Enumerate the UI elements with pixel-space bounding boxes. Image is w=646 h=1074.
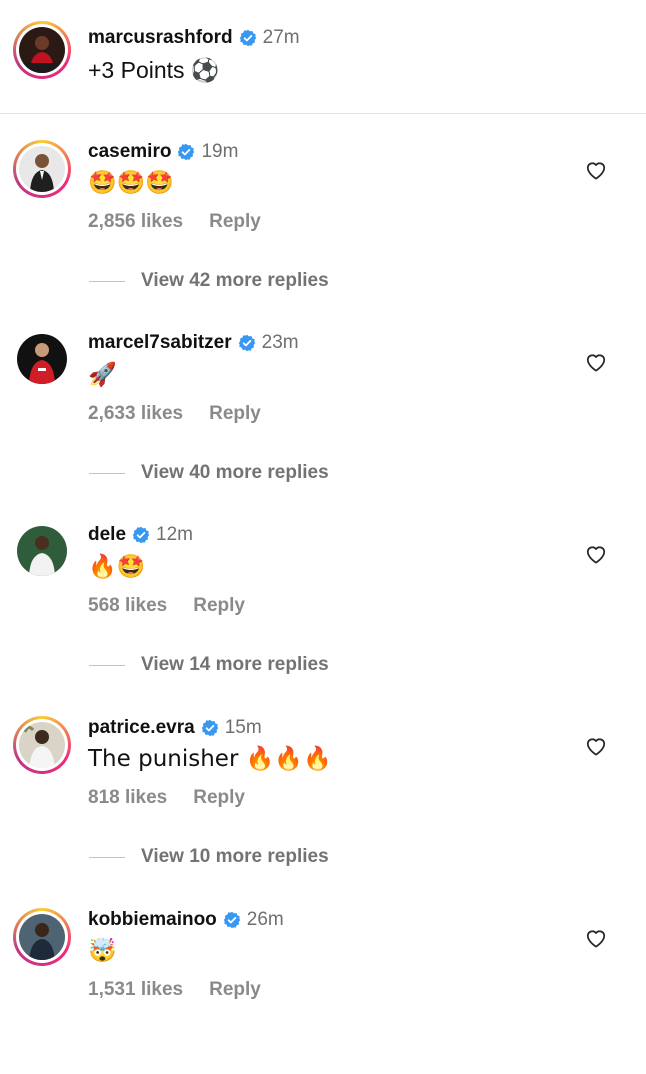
avatar-photo (17, 526, 67, 576)
comment-text: The punisher 🔥🔥🔥 (88, 746, 332, 772)
like-count[interactable]: 818 likes (88, 787, 167, 808)
username[interactable]: marcusrashford (88, 26, 233, 50)
verified-badge-icon (238, 334, 256, 352)
view-replies-button[interactable]: View 40 more replies (89, 462, 329, 484)
username[interactable]: marcel7sabitzer (88, 331, 232, 355)
comment-text: 🚀 (88, 362, 117, 388)
like-count[interactable]: 2,856 likes (88, 211, 183, 232)
username[interactable]: kobbiemainoo (88, 908, 217, 932)
divider-line (89, 664, 125, 666)
reply-button[interactable]: Reply (193, 787, 245, 808)
reply-button[interactable]: Reply (209, 979, 261, 1000)
view-replies-button[interactable]: View 42 more replies (89, 270, 329, 292)
heart-icon[interactable] (585, 928, 607, 948)
reply-button[interactable]: Reply (209, 211, 261, 232)
avatar-patrice-evra[interactable] (13, 716, 71, 774)
username[interactable]: casemiro (88, 140, 171, 164)
divider-line (89, 472, 125, 474)
avatar-photo (19, 914, 65, 960)
like-count[interactable]: 568 likes (88, 595, 167, 616)
view-replies-label[interactable]: View 14 more replies (141, 654, 329, 676)
avatar-photo (17, 334, 67, 384)
view-replies-label[interactable]: View 42 more replies (141, 270, 329, 292)
view-replies-button[interactable]: View 14 more replies (89, 654, 329, 676)
heart-icon[interactable] (585, 160, 607, 180)
avatar-dele[interactable] (13, 522, 71, 580)
comment-text: 🤯 (88, 938, 117, 964)
avatar-marcusrashford[interactable] (13, 21, 71, 79)
heart-icon[interactable] (585, 736, 607, 756)
timestamp: 12m (156, 524, 193, 545)
like-count[interactable]: 2,633 likes (88, 403, 183, 424)
comment-text: 🔥🤩 (88, 554, 146, 580)
verified-badge-icon (177, 143, 195, 161)
avatar-photo (19, 27, 65, 73)
comment-marcel7sabitzer: marcel7sabitzer 23m 🚀 2,633 likes Reply V… (0, 306, 646, 498)
verified-badge-icon (239, 29, 257, 47)
timestamp: 19m (201, 141, 239, 162)
post-caption: marcusrashford 27m +3 Points ⚽ (0, 0, 646, 114)
verified-badge-icon (201, 719, 219, 737)
comment-kobbiemainoo: kobbiemainoo 26m 🤯 1,531 likes Reply (0, 882, 646, 1074)
avatar-kobbiemainoo[interactable] (13, 908, 71, 966)
username[interactable]: patrice.evra (88, 716, 195, 740)
avatar-marcel7sabitzer[interactable] (13, 330, 71, 388)
verified-badge-icon (223, 911, 241, 929)
comment-patrice-evra: patrice.evra 15m The punisher 🔥🔥🔥 818 li… (0, 690, 646, 882)
reply-button[interactable]: Reply (209, 403, 261, 424)
timestamp: 26m (246, 909, 284, 930)
comment-casemiro: casemiro 19m 🤩🤩🤩 2,856 likes Reply View 4… (0, 114, 646, 306)
reply-button[interactable]: Reply (193, 595, 245, 616)
comment-text: 🤩🤩🤩 (88, 170, 174, 196)
timestamp: 15m (224, 717, 262, 738)
avatar-casemiro[interactable] (13, 140, 71, 198)
verified-badge-icon (132, 526, 150, 544)
divider-line (89, 856, 125, 858)
divider-line (89, 280, 125, 282)
username[interactable]: dele (88, 523, 126, 547)
avatar-photo (19, 722, 65, 768)
caption-text: +3 Points ⚽ (88, 57, 220, 83)
timestamp: 23m (261, 332, 299, 353)
heart-icon[interactable] (585, 352, 607, 372)
view-replies-button[interactable]: View 10 more replies (89, 846, 329, 868)
comment-dele: dele 12m 🔥🤩 568 likes Reply View 14 more … (0, 498, 646, 690)
view-replies-label[interactable]: View 40 more replies (141, 462, 329, 484)
like-count[interactable]: 1,531 likes (88, 979, 183, 1000)
heart-icon[interactable] (585, 544, 607, 564)
view-replies-label[interactable]: View 10 more replies (141, 846, 329, 868)
timestamp: 27m (262, 27, 300, 48)
avatar-photo (19, 146, 65, 192)
